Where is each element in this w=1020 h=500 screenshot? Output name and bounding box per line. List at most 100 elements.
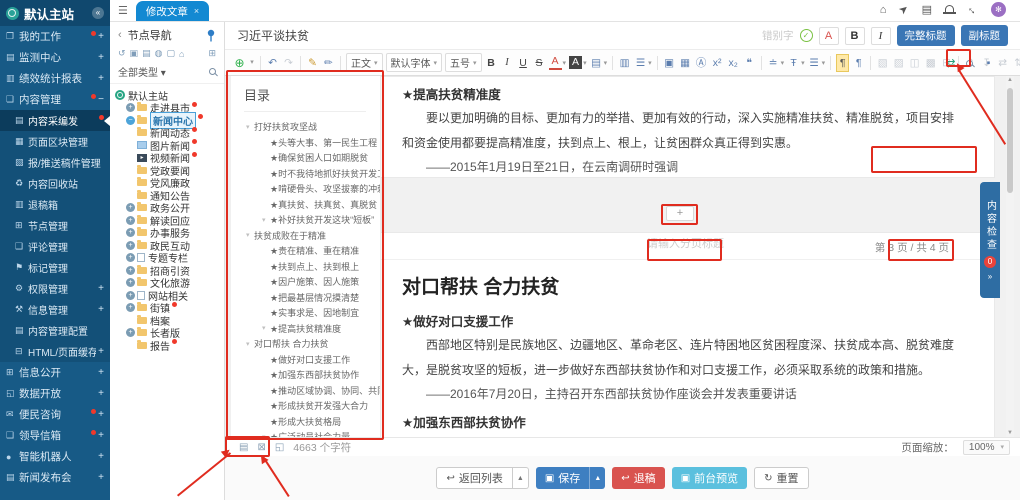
back-dropdown-caret[interactable]: ▲	[513, 467, 529, 489]
expand-icon[interactable]: +	[126, 228, 135, 237]
toc-item[interactable]: ★做好对口支援工作	[244, 352, 380, 368]
sidebar-collapse-button[interactable]: «	[92, 7, 104, 19]
toolbar-icon-12[interactable]: B	[485, 55, 498, 71]
notification-bell-icon[interactable]	[945, 5, 954, 13]
toc-item[interactable]: ★把最基层情况摸清楚	[244, 290, 380, 306]
tree-tool-icon-4[interactable]: ▢	[166, 48, 175, 59]
type-filter-dropdown[interactable]: 全部类型 ▾	[118, 64, 209, 79]
clear-draft-icon[interactable]: ⊠	[257, 442, 265, 453]
toc-item[interactable]: ★扶到点上、扶到根上	[244, 259, 380, 275]
sidebar-item-节点管理[interactable]: ⊞节点管理	[0, 215, 110, 236]
home-icon[interactable]: ⌂	[880, 4, 887, 16]
search-icon[interactable]	[209, 68, 216, 75]
toc-item[interactable]: ▾★补好扶贫开发这块“短板”	[244, 212, 380, 228]
sidebar-item-便民咨询[interactable]: ✉便民咨询+	[0, 404, 110, 425]
toolbar-icon-27[interactable]: x₂	[727, 55, 740, 71]
tree-tool-icon-1[interactable]: ▣	[130, 48, 139, 59]
toc-item[interactable]: ▾对口帮扶 合力扶贫	[244, 336, 380, 352]
draft-icon[interactable]: ▤	[922, 3, 932, 16]
sidebar-item-信息公开[interactable]: ⊞信息公开+	[0, 362, 110, 383]
toc-item[interactable]: ★因户施策、因人施策	[244, 274, 380, 290]
sidebar-item-内容管理[interactable]: ❏内容管理−	[0, 89, 110, 110]
sidebar-item-页面区块管理[interactable]: ▦页面区块管理	[0, 131, 110, 152]
sidebar-item-我的工作[interactable]: ❐我的工作+	[0, 26, 110, 47]
toc-item[interactable]: ★真扶贫、扶真贫、真脱贫	[244, 197, 380, 213]
toolbar-icon-15[interactable]: S	[533, 55, 546, 71]
scroll-up-icon[interactable]: ▲	[1006, 77, 1014, 83]
toolbar-icon-4[interactable]: ↷	[282, 55, 295, 71]
toc-item[interactable]: ★确保贫困人口如期脱贫	[244, 150, 380, 166]
toolbar-icon-37[interactable]: ▧	[876, 55, 889, 71]
expand-panel-icon[interactable]: ⊞	[208, 48, 216, 59]
tab-edit-article[interactable]: 修改文章 ×	[136, 1, 209, 21]
toolbar-icon-14[interactable]: U	[517, 55, 530, 71]
toolbar-icon-28[interactable]: ❝	[743, 55, 756, 71]
toolbar-icon-35[interactable]: ¶	[852, 55, 865, 71]
sidebar-item-内容管理配置[interactable]: ▤内容管理配置	[0, 320, 110, 341]
save-dropdown-caret[interactable]: ▲	[589, 467, 605, 489]
sidebar-item-评论管理[interactable]: ❑评论管理	[0, 236, 110, 257]
toc-item[interactable]: ★贵在精准、重在精准	[244, 243, 380, 259]
pin-icon[interactable]	[206, 29, 216, 42]
expand-icon[interactable]: +	[126, 266, 135, 275]
toolbar-dropdown-icon[interactable]: A	[569, 56, 587, 69]
scroll-down-icon[interactable]: ▼	[1006, 430, 1014, 436]
toc-item[interactable]: ★时不我待地抓好扶贫开发工作	[244, 166, 380, 182]
toolbar-icon-7[interactable]: ✏	[322, 55, 335, 71]
toolbar-dropdown-icon[interactable]: ☰	[808, 55, 826, 71]
collapse-icon[interactable]: −	[126, 116, 135, 125]
expand-icon[interactable]: +	[126, 328, 135, 337]
toolbar-icon-13[interactable]: I	[501, 55, 514, 71]
sidebar-item-领导信箱[interactable]: ❑领导信箱+	[0, 425, 110, 446]
toolbar-dropdown-icon[interactable]: Ŧ	[787, 55, 805, 71]
toc-item[interactable]: ★推动区域协调、协同、共同发展	[244, 383, 380, 399]
title-color-button[interactable]: A	[819, 27, 839, 45]
highlighted-import-icon[interactable]: ⇄	[944, 55, 957, 71]
toc-item[interactable]: ▾扶贫成败在于精准	[244, 228, 380, 244]
back-chevron-icon[interactable]: ‹	[118, 29, 122, 41]
toolbar-icon-23[interactable]: ▣	[663, 55, 676, 71]
toolbar-icon-20[interactable]: ▥	[618, 55, 631, 71]
sidebar-item-报/推送稿件管理[interactable]: ▧报/推送稿件管理	[0, 152, 110, 173]
toc-item[interactable]: ★实事求是、因地制宜	[244, 305, 380, 321]
save-button[interactable]: ▣保存	[536, 467, 589, 489]
tree-tool-icon-5[interactable]: ⌂	[179, 49, 184, 59]
toc-item[interactable]: ▾★广泛动员社会力量	[244, 429, 380, 437]
toolbar-dropdown-icon[interactable]: ☰	[634, 55, 652, 71]
settings-icon[interactable]: ▪	[982, 55, 995, 71]
sidebar-item-内容采编发[interactable]: ▤内容采编发	[0, 110, 110, 131]
toolbar-icon-46[interactable]: ⇅	[1012, 55, 1020, 71]
tree-tool-icon-3[interactable]: ◍	[155, 48, 163, 59]
toolbar-icon-39[interactable]: ◫	[908, 55, 921, 71]
sidebar-item-新闻发布会[interactable]: ▤新闻发布会+	[0, 467, 110, 488]
toc-item[interactable]: ▾★提高扶贫精准度	[244, 321, 380, 337]
preview-button[interactable]: ▣前台预览	[672, 467, 747, 489]
sidebar-item-内容回收站[interactable]: ♻内容回收站	[0, 173, 110, 194]
toc-item[interactable]: ★形成扶贫开发强大合力	[244, 398, 380, 414]
reject-button[interactable]: ↩退稿	[612, 467, 664, 489]
tab-close-icon[interactable]: ×	[194, 6, 199, 16]
sidebar-item-HTML/页面缓存生成[interactable]: ⊟HTML/页面缓存生成+	[0, 341, 110, 362]
page-title-input[interactable]	[647, 238, 757, 250]
toolbar-dropdown-icon[interactable]: A	[549, 55, 567, 70]
toolbar-icon-45[interactable]: ⇄	[996, 55, 1009, 71]
fullscreen-icon[interactable]: ↔	[964, 1, 980, 17]
sidebar-item-退稿箱[interactable]: ▥退稿箱	[0, 194, 110, 215]
reset-button[interactable]: ↻重置	[754, 467, 808, 489]
toc-item[interactable]: ★加强东西部扶贫协作	[244, 367, 380, 383]
tree-node-报告[interactable]: 报告	[110, 339, 224, 352]
sidebar-item-绩效统计报表[interactable]: ▥绩效统计报表+	[0, 68, 110, 89]
scrollbar-thumb[interactable]	[1007, 88, 1013, 193]
toolbar-dropdown-icon[interactable]: ▤	[590, 55, 608, 71]
toolbar-icon-26[interactable]: x²	[711, 55, 724, 71]
sidebar-item-监测中心[interactable]: ▤监测中心+	[0, 47, 110, 68]
expand-icon[interactable]: +	[126, 253, 135, 262]
toolbar-icon-3[interactable]: ↶	[266, 55, 279, 71]
expand-icon[interactable]: +	[126, 216, 135, 225]
expand-icon[interactable]: +	[126, 103, 135, 112]
toc-item[interactable]: ★形成大扶贫格局	[244, 414, 380, 430]
toolbar-dropdown-icon[interactable]: ≐	[767, 55, 785, 71]
user-avatar[interactable]: ✻	[991, 2, 1006, 17]
toc-item[interactable]: ★头等大事、第一民生工程	[244, 135, 380, 151]
toolbar-dropdown-正文[interactable]: 正文	[346, 53, 383, 72]
